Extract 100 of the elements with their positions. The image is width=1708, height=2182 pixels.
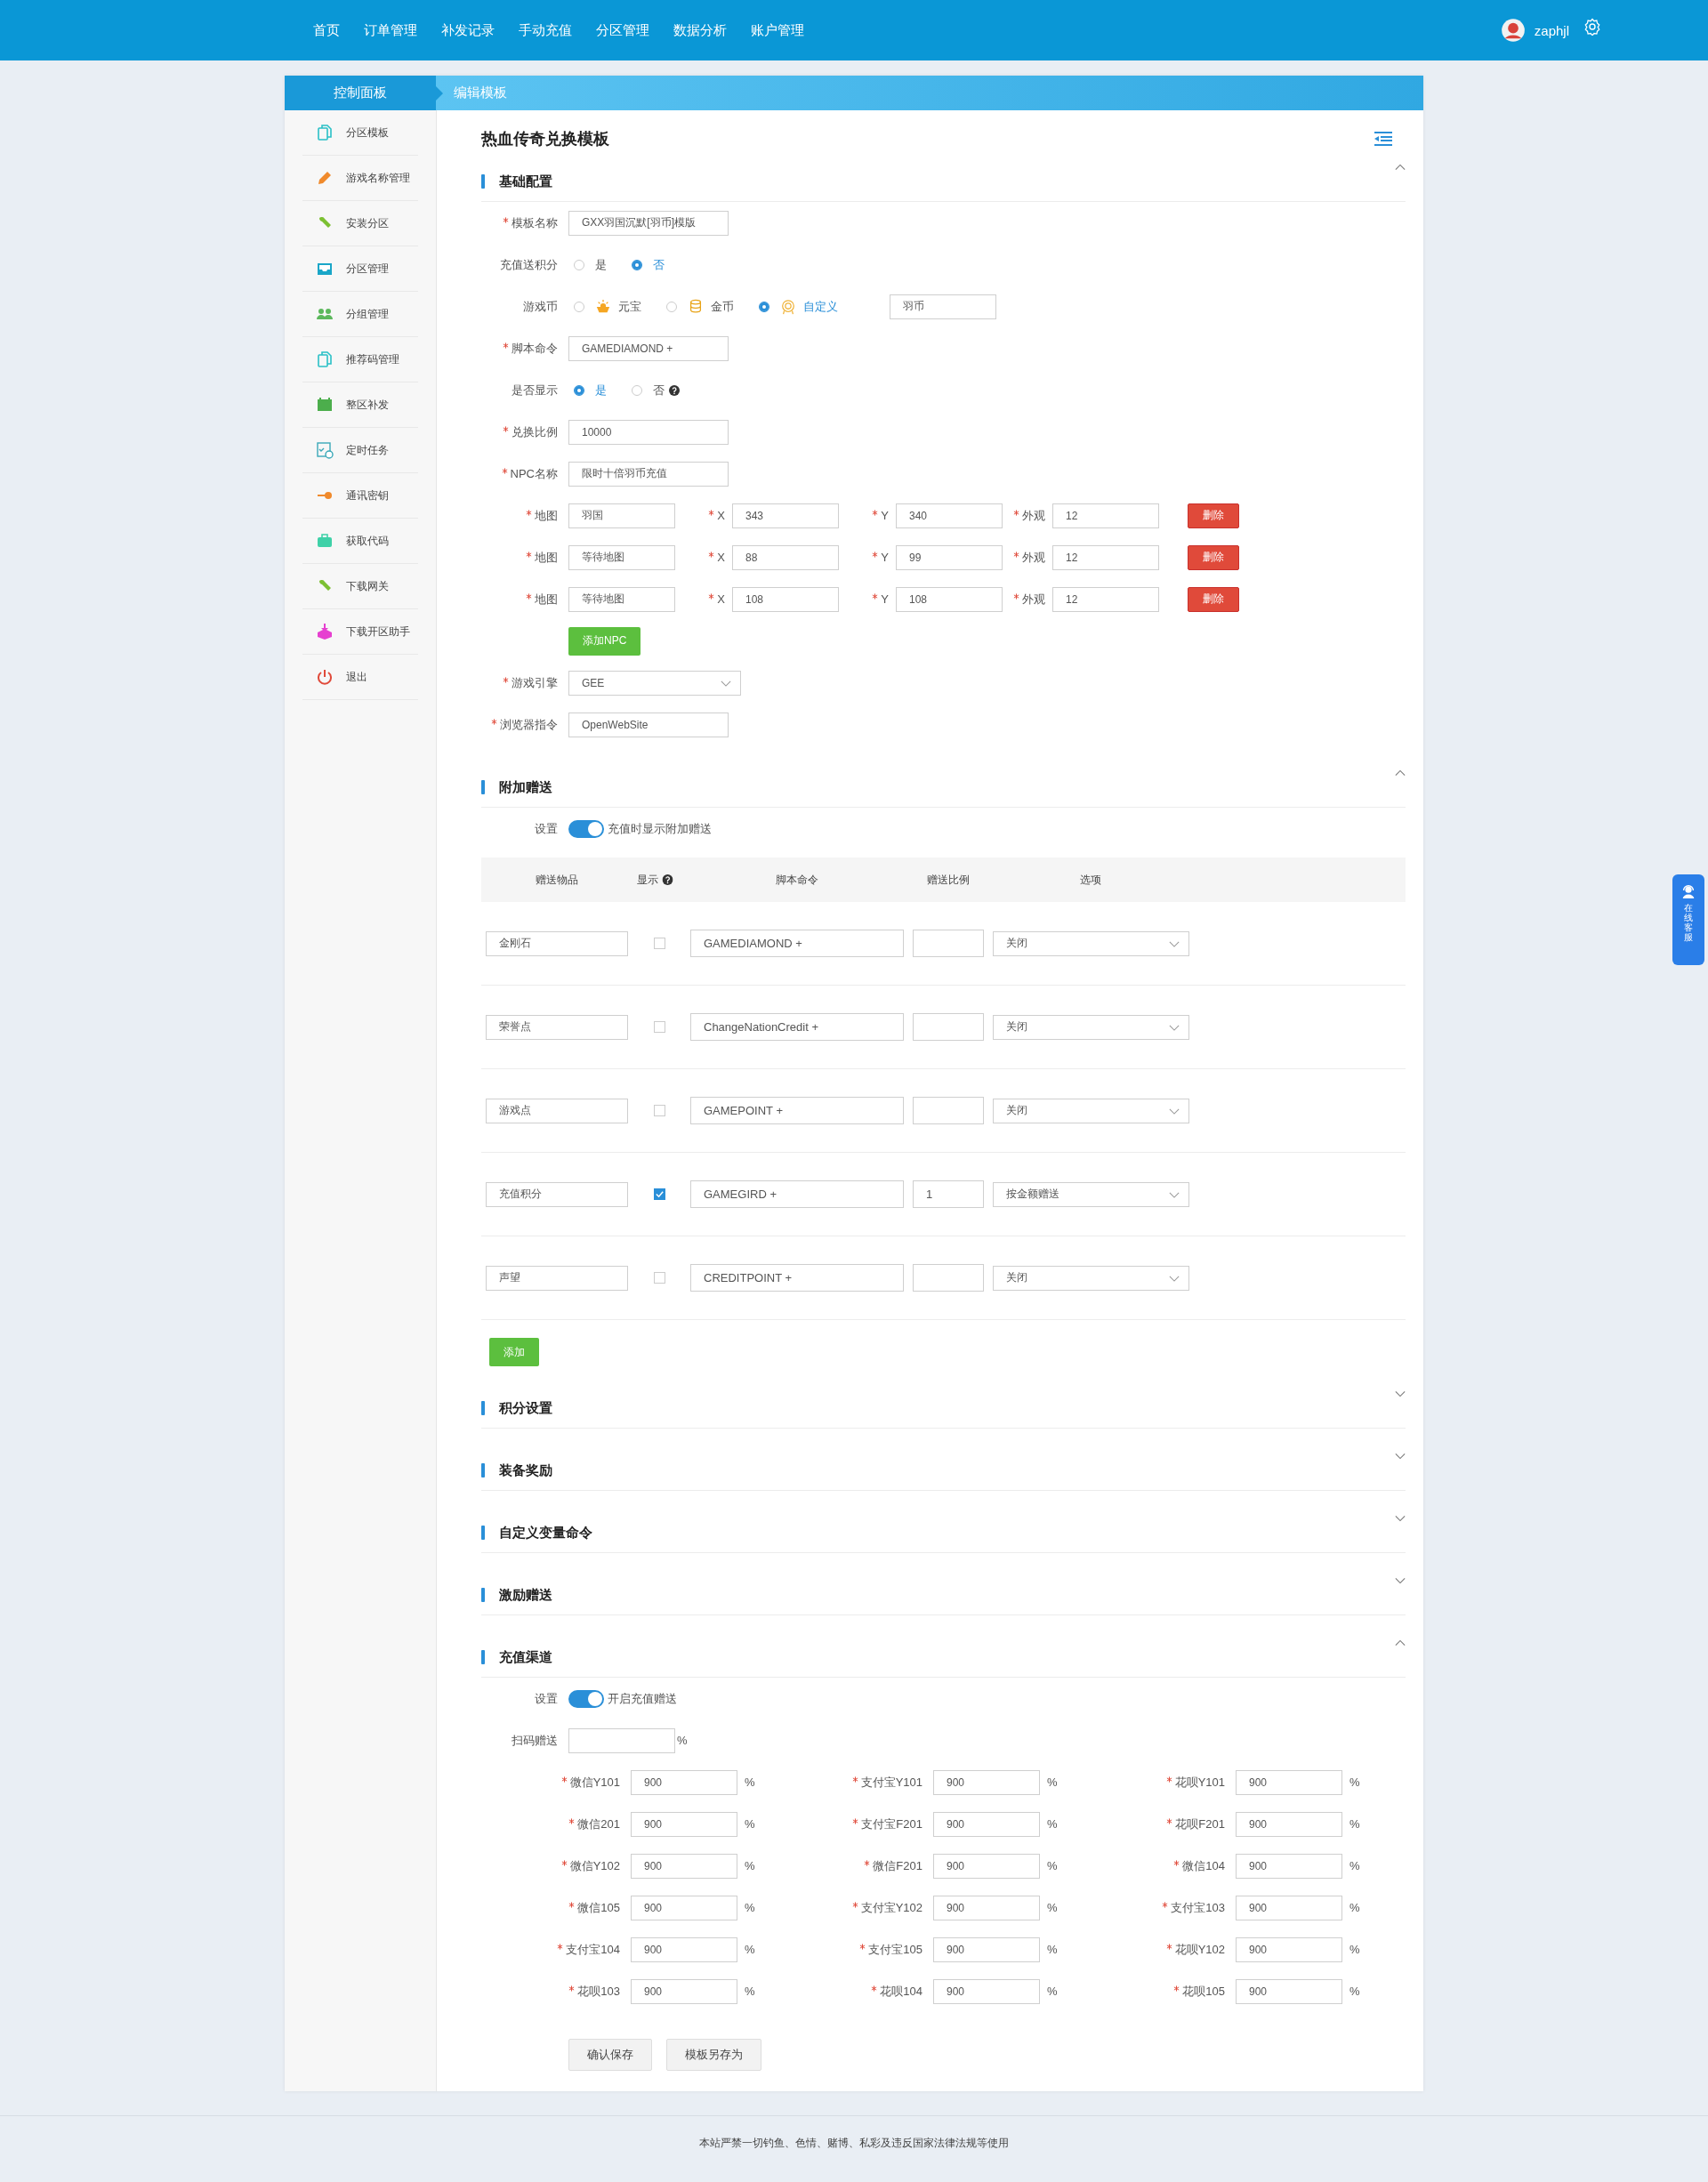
option-select[interactable]: 关闭 — [993, 1265, 1189, 1291]
rate-field[interactable]: 900 — [1236, 1811, 1342, 1837]
text-field[interactable]: OpenWebSite — [568, 712, 729, 737]
sidebar-item[interactable]: 推荐码管理 — [302, 337, 418, 382]
radio-button[interactable] — [574, 384, 584, 396]
radio-button[interactable] — [574, 301, 584, 312]
settings-icon[interactable] — [1583, 18, 1601, 36]
service-button[interactable]: 在线客服 — [1672, 874, 1704, 965]
sidebar-item[interactable]: 安装分区 — [302, 201, 418, 246]
text-field[interactable]: 12 — [1052, 544, 1159, 570]
chevron-up-icon[interactable] — [1395, 769, 1406, 777]
text-field[interactable]: 108 — [896, 586, 1003, 612]
rate-field[interactable]: 900 — [631, 1853, 737, 1879]
help-icon[interactable] — [669, 384, 680, 396]
rate-field[interactable]: 900 — [933, 1811, 1040, 1837]
text-field[interactable]: 12 — [1052, 586, 1159, 612]
text-field[interactable]: 限时十倍羽币充值 — [568, 461, 729, 487]
rate-field[interactable]: 900 — [631, 1811, 737, 1837]
radio-button[interactable] — [632, 384, 642, 396]
toggle-switch[interactable] — [568, 819, 604, 838]
radio-button[interactable] — [632, 259, 642, 270]
option-select[interactable]: 关闭 — [993, 930, 1189, 956]
text-field[interactable]: 等待地图 — [568, 544, 675, 570]
delete-button[interactable]: 删除 — [1188, 503, 1239, 528]
command-field[interactable]: GAMEGIRD + — [690, 1180, 904, 1208]
action-button[interactable]: 确认保存 — [568, 2039, 652, 2071]
ratio-field[interactable] — [913, 1013, 984, 1041]
text-field[interactable]: 343 — [732, 503, 839, 528]
command-field[interactable]: ChangeNationCredit + — [690, 1013, 904, 1041]
command-field[interactable]: GAMEPOINT + — [690, 1097, 904, 1124]
avatar-icon[interactable] — [1500, 18, 1526, 43]
ratio-field[interactable] — [913, 930, 984, 957]
rate-field[interactable]: 900 — [933, 1936, 1040, 1962]
text-field[interactable]: 羽币 — [890, 294, 996, 319]
sidebar-item[interactable]: 退出 — [302, 655, 418, 700]
rate-field[interactable]: 900 — [933, 1895, 1040, 1920]
rate-field[interactable]: 900 — [933, 1769, 1040, 1795]
text-field[interactable] — [568, 1727, 675, 1753]
item-field[interactable]: 金刚石 — [486, 930, 628, 956]
sidebar-item[interactable]: 定时任务 — [302, 428, 418, 473]
rate-field[interactable]: 900 — [933, 1978, 1040, 2004]
rate-field[interactable]: 900 — [1236, 1853, 1342, 1879]
rate-field[interactable]: 900 — [1236, 1978, 1342, 2004]
ratio-field[interactable]: 1 — [913, 1180, 984, 1208]
item-field[interactable]: 荣誉点 — [486, 1014, 628, 1040]
sidebar-item[interactable]: 分区管理 — [302, 246, 418, 292]
sidebar-item[interactable]: 分区模板 — [302, 110, 418, 156]
chevron-down-icon[interactable] — [1395, 1515, 1406, 1522]
delete-button[interactable]: 删除 — [1188, 586, 1239, 612]
sidebar-item[interactable]: 通讯密钥 — [302, 473, 418, 519]
select-field[interactable]: GEE — [568, 670, 741, 696]
rate-field[interactable]: 900 — [631, 1936, 737, 1962]
text-field[interactable]: GAMEDIAMOND + — [568, 335, 729, 361]
chevron-down-icon[interactable] — [1395, 1453, 1406, 1460]
radio-button[interactable] — [666, 301, 677, 312]
text-field[interactable]: 99 — [896, 544, 1003, 570]
rate-field[interactable]: 900 — [1236, 1936, 1342, 1962]
text-field[interactable]: 88 — [732, 544, 839, 570]
sidebar-item[interactable]: 分组管理 — [302, 292, 418, 337]
text-field[interactable]: 10000 — [568, 419, 729, 445]
command-field[interactable]: GAMEDIAMOND + — [690, 930, 904, 957]
checkbox[interactable] — [653, 938, 665, 949]
option-select[interactable]: 关闭 — [993, 1098, 1189, 1123]
delete-button[interactable]: 删除 — [1188, 544, 1239, 570]
rate-field[interactable]: 900 — [1236, 1895, 1342, 1920]
text-field[interactable]: 340 — [896, 503, 1003, 528]
text-field[interactable]: 羽国 — [568, 503, 675, 528]
toggle-switch[interactable] — [568, 1689, 604, 1708]
chevron-down-icon[interactable] — [1395, 1577, 1406, 1584]
chevron-down-icon[interactable] — [1395, 1390, 1406, 1397]
action-button[interactable]: 模板另存为 — [666, 2039, 761, 2071]
item-field[interactable]: 充值积分 — [486, 1181, 628, 1207]
rate-field[interactable]: 900 — [631, 1978, 737, 2004]
ratio-field[interactable] — [913, 1264, 984, 1292]
radio-button[interactable] — [574, 259, 584, 270]
chevron-up-icon[interactable] — [1395, 164, 1406, 171]
sidebar-item[interactable]: 游戏名称管理 — [302, 156, 418, 201]
radio-button[interactable] — [759, 301, 769, 312]
text-field[interactable]: 等待地图 — [568, 586, 675, 612]
checkbox[interactable] — [653, 1272, 665, 1284]
help-icon[interactable] — [662, 874, 673, 885]
sidebar-item[interactable]: 下载网关 — [302, 564, 418, 609]
rate-field[interactable]: 900 — [631, 1769, 737, 1795]
checkbox[interactable] — [653, 1188, 665, 1200]
option-select[interactable]: 关闭 — [993, 1014, 1189, 1040]
command-field[interactable]: CREDITPOINT + — [690, 1264, 904, 1292]
checkbox[interactable] — [653, 1021, 665, 1033]
menu-icon[interactable] — [1374, 131, 1393, 147]
text-field[interactable]: GXX羽国沉默[羽币]模版 — [568, 210, 729, 236]
sidebar-item[interactable]: 下载开区助手 — [302, 609, 418, 655]
rate-field[interactable]: 900 — [933, 1853, 1040, 1879]
item-field[interactable]: 声望 — [486, 1265, 628, 1291]
text-field[interactable]: 108 — [732, 586, 839, 612]
option-select[interactable]: 按金额赠送 — [993, 1181, 1189, 1207]
checkbox[interactable] — [653, 1105, 665, 1116]
chevron-up-icon[interactable] — [1395, 1639, 1406, 1647]
sidebar-item[interactable]: 获取代码 — [302, 519, 418, 564]
text-field[interactable]: 12 — [1052, 503, 1159, 528]
ratio-field[interactable] — [913, 1097, 984, 1124]
item-field[interactable]: 游戏点 — [486, 1098, 628, 1123]
